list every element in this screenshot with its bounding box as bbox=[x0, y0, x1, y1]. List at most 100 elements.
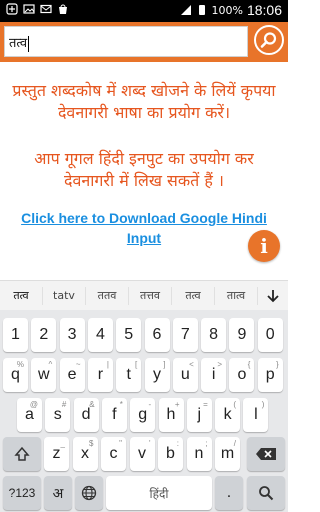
instruction-text: प्रस्तुत शब्दकोष में शब्द खोजने के लियें… bbox=[12, 81, 276, 122]
key-t[interactable]: t[ bbox=[116, 358, 142, 392]
mail-icon bbox=[40, 4, 52, 14]
search-icon bbox=[260, 32, 277, 48]
globe-icon bbox=[81, 485, 97, 501]
key-secondary-label: % bbox=[16, 360, 24, 369]
key-secondary-label: < bbox=[189, 360, 194, 369]
key-e[interactable]: e ~ bbox=[59, 358, 85, 392]
keyboard-row-qwerty: q% w ^ e ~ r | t[y] u < i > o{p} bbox=[0, 358, 288, 394]
key-y[interactable]: y] bbox=[144, 358, 170, 392]
key-8[interactable]: 8 bbox=[201, 318, 227, 352]
key-label: 4 bbox=[95, 326, 105, 343]
key-g[interactable]: g- bbox=[130, 398, 156, 432]
key-secondary-label: = bbox=[203, 400, 208, 409]
search-icon bbox=[259, 486, 274, 501]
key-6[interactable]: 6 bbox=[144, 318, 170, 352]
key-m[interactable]: m / bbox=[215, 437, 240, 471]
key-1[interactable]: 1 bbox=[3, 318, 28, 352]
suggestion-item[interactable]: तत्व bbox=[0, 286, 43, 305]
key-secondary-label: | bbox=[106, 360, 109, 369]
key-secondary-label: ' bbox=[148, 439, 151, 448]
key-a[interactable]: a @ bbox=[17, 398, 42, 432]
key-secondary-label: : bbox=[176, 439, 179, 448]
suggestion-item[interactable]: ततव bbox=[86, 286, 129, 305]
suggestion-item[interactable]: तत्तव bbox=[129, 286, 172, 305]
key-label: b bbox=[166, 445, 175, 462]
collapse-suggestions-button[interactable] bbox=[258, 289, 288, 303]
key-u[interactable]: u < bbox=[172, 358, 198, 392]
key-q[interactable]: q% bbox=[3, 358, 28, 392]
key-secondary-label: ^ bbox=[48, 360, 53, 369]
key-label: j bbox=[197, 406, 202, 423]
battery-percent: 100% bbox=[211, 3, 243, 17]
download-google-hindi-link[interactable]: Click here to Download Google Hindi Inpu… bbox=[8, 208, 280, 248]
suggestion-item[interactable]: tatv bbox=[43, 286, 86, 305]
key-5[interactable]: 5 bbox=[116, 318, 142, 352]
key-label: n bbox=[194, 445, 204, 462]
key-v[interactable]: v ' bbox=[129, 437, 155, 471]
status-bar: 100% 18:06 bbox=[0, 0, 288, 22]
key-secondary-label: # bbox=[61, 400, 67, 409]
key-w[interactable]: w ^ bbox=[31, 358, 57, 392]
key-label: g bbox=[138, 406, 148, 423]
key-n[interactable]: n; bbox=[186, 437, 212, 471]
key-i[interactable]: i > bbox=[201, 358, 227, 392]
key-3[interactable]: 3 bbox=[59, 318, 85, 352]
key-label: t bbox=[126, 366, 131, 383]
key-secondary-label: + bbox=[174, 400, 180, 409]
space-key[interactable]: हिंदी bbox=[106, 476, 212, 510]
backspace-key[interactable] bbox=[247, 437, 285, 471]
key-l[interactable]: l) bbox=[243, 398, 269, 432]
search-button[interactable] bbox=[254, 25, 284, 55]
key-secondary-label: / bbox=[233, 439, 236, 448]
key-label: k bbox=[223, 406, 232, 423]
key-b[interactable]: b: bbox=[158, 437, 183, 471]
keyboard-suggestion-strip: तत्व tatv ततव तत्तव तत्व तात्व bbox=[0, 280, 288, 310]
store-icon bbox=[59, 4, 67, 14]
key-0[interactable]: 0 bbox=[257, 318, 283, 352]
key-o[interactable]: o{ bbox=[229, 358, 255, 392]
key-4[interactable]: 4 bbox=[87, 318, 113, 352]
key-label: 7 bbox=[180, 326, 190, 343]
search-input[interactable]: तत्व bbox=[4, 26, 248, 57]
key-r[interactable]: r | bbox=[87, 358, 113, 392]
key-label: y bbox=[153, 366, 161, 383]
period-key[interactable]: . bbox=[215, 476, 243, 510]
symbols-key[interactable]: ?123 bbox=[3, 476, 41, 510]
search-action-key[interactable] bbox=[247, 476, 285, 510]
keyboard-row-numbers: 1 2 3 4 5 6 7 8 9 0 bbox=[0, 318, 288, 354]
key-7[interactable]: 7 bbox=[172, 318, 198, 352]
key-label: 9 bbox=[237, 326, 247, 343]
key-label: 8 bbox=[209, 326, 219, 343]
key-9[interactable]: 9 bbox=[229, 318, 255, 352]
image-icon bbox=[23, 4, 35, 14]
language-key[interactable]: अ bbox=[44, 476, 72, 510]
key-p[interactable]: p} bbox=[257, 358, 283, 392]
key-x[interactable]: x $ bbox=[72, 437, 98, 471]
period-key-label: . bbox=[226, 484, 232, 501]
key-2[interactable]: 2 bbox=[31, 318, 57, 352]
suggestion-item[interactable]: तत्व bbox=[172, 286, 215, 305]
key-label: x bbox=[81, 445, 89, 462]
hint-text: आप गूगल हिंदी इनपुट का उपयोग कर देवनागरी… bbox=[34, 149, 254, 190]
key-secondary-label: > bbox=[217, 360, 223, 369]
suggestion-item[interactable]: तात्व bbox=[215, 286, 258, 305]
key-h[interactable]: h + bbox=[158, 398, 184, 432]
shift-key[interactable] bbox=[3, 437, 41, 471]
key-label: 2 bbox=[39, 326, 49, 343]
search-header: तत्व bbox=[0, 22, 288, 62]
key-f[interactable]: f * bbox=[101, 398, 127, 432]
key-label: r bbox=[97, 366, 104, 383]
key-d[interactable]: d & bbox=[73, 398, 99, 432]
key-k[interactable]: k( bbox=[215, 398, 241, 432]
key-label: m bbox=[220, 445, 235, 462]
globe-key[interactable] bbox=[75, 476, 103, 510]
key-label: 1 bbox=[11, 326, 20, 343]
chevron-down-icon bbox=[267, 289, 279, 302]
key-s[interactable]: s # bbox=[45, 398, 71, 432]
key-secondary-label: ] bbox=[163, 360, 166, 369]
key-label: s bbox=[53, 406, 62, 423]
key-c[interactable]: c " bbox=[101, 437, 126, 471]
key-j[interactable]: j = bbox=[186, 398, 212, 432]
info-button[interactable]: i bbox=[248, 230, 280, 262]
key-z[interactable]: z _ bbox=[44, 437, 69, 471]
